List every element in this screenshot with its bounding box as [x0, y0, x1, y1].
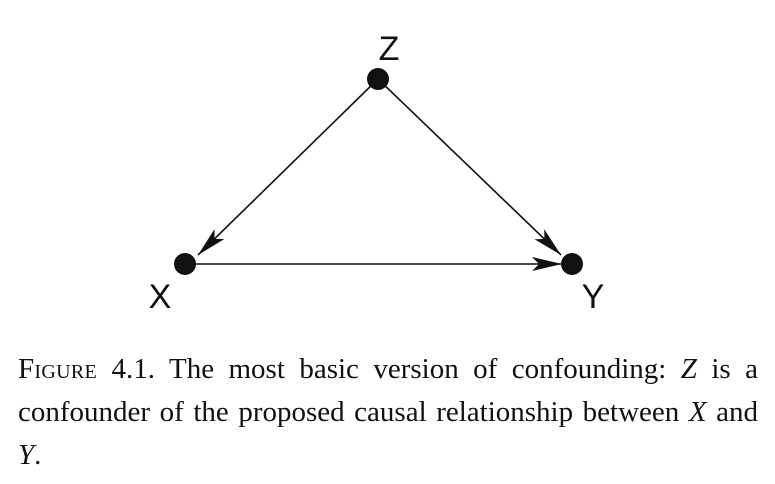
- node-z-label: Z: [379, 30, 400, 68]
- caption-var-z: Z: [680, 353, 697, 385]
- caption-var-y: Y: [18, 439, 35, 471]
- figure-caption: Figure 4.1. The most basic version of con…: [18, 348, 758, 477]
- caption-var-x: X: [688, 396, 707, 428]
- node-x: [174, 253, 196, 275]
- node-y: [561, 253, 583, 275]
- caption-text-1: The most basic version of confounding:: [168, 353, 681, 385]
- figure-number: 4.1.: [111, 353, 155, 385]
- node-z: [367, 68, 389, 90]
- edge-z-to-x: [197, 78, 379, 256]
- causal-diagram: Z X Y: [149, 30, 605, 316]
- figure-label: Figure: [18, 353, 98, 385]
- edge-z-to-y: [377, 78, 562, 256]
- node-y-label: Y: [582, 278, 605, 316]
- caption-text-3: and: [706, 396, 758, 428]
- caption-text-4: .: [34, 439, 42, 471]
- node-x-label: X: [149, 278, 172, 316]
